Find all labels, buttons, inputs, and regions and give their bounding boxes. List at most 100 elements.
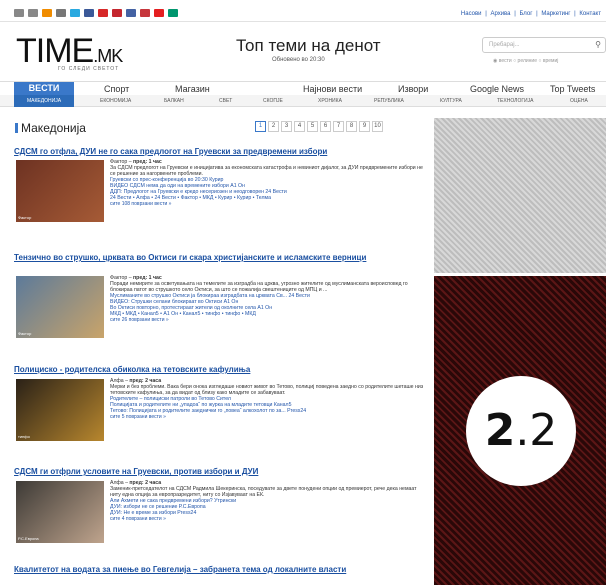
search-icon[interactable]: ⚲ — [595, 40, 601, 49]
link-blog[interactable]: Блог — [519, 11, 532, 17]
subtab-tehnologija[interactable]: ТЕХНОЛОГИЈА — [497, 98, 533, 104]
flag-al-icon[interactable] — [154, 9, 164, 17]
subtab-ocena[interactable]: ОЦЕНА — [570, 98, 588, 104]
radio-vremij[interactable]: ○ времиј — [538, 58, 558, 64]
more-related-link[interactable]: сите 5 поврзани вести » — [110, 414, 425, 420]
thumbnail-label: Р.С.Европа — [18, 536, 39, 541]
page-link[interactable]: 8 — [346, 121, 357, 132]
page-link[interactable]: 6 — [320, 121, 331, 132]
link-separator: | — [574, 11, 576, 17]
tab-top-tweets[interactable]: Top Tweets — [550, 84, 595, 94]
logo-tld: .MK — [93, 46, 123, 66]
page-link[interactable]: 5 — [307, 121, 318, 132]
article-title[interactable]: Квалитетот на водата за пиење во Гевгели… — [14, 565, 394, 574]
logo-main: TIME — [16, 32, 94, 70]
article-body: Алфа – пред: 2 часа Мерки и без проблеми… — [110, 378, 425, 420]
updated-time: Обновено во 20:30 — [272, 57, 325, 63]
subtab-balkan[interactable]: БАЛКАН — [164, 98, 184, 104]
page-link[interactable]: 9 — [359, 121, 370, 132]
article-title[interactable]: Тензично во струшко, црквата во Октиси г… — [14, 253, 424, 262]
subtab-ekonomija[interactable]: ЕКОНОМИЈА — [100, 98, 131, 104]
link-archive[interactable]: Архива — [490, 11, 510, 17]
article-snippet: Мерки и без проблеми. Вака бери онока из… — [110, 384, 424, 396]
article-title[interactable]: СДСМ го отфла, ДУИ не го сака предлогот … — [14, 147, 424, 156]
page-link[interactable]: 1 — [255, 121, 266, 132]
link-separator: | — [485, 11, 487, 17]
section-title: Македонија — [15, 121, 86, 135]
search-placeholder: Пребарај... — [489, 42, 520, 48]
more-related-link[interactable]: сите 26 поврзани вести » — [110, 317, 425, 323]
article-thumbnail[interactable]: Р.С.Европа — [16, 481, 104, 543]
page-headline: Топ теми на денот — [236, 36, 381, 55]
article-body: Алфа – пред: 2 часа Заменик-претседатело… — [110, 480, 425, 522]
link-separator: | — [514, 11, 516, 17]
radio-relinie[interactable]: ○ релиние — [513, 58, 537, 64]
article-thumbnail[interactable]: тинфо — [16, 379, 104, 441]
tab-latest-news[interactable]: Најнови вести — [303, 84, 362, 94]
section-marker — [15, 123, 18, 133]
version-major: 2 — [484, 405, 516, 456]
thumbnail-label: Фактор — [18, 215, 32, 220]
flag-us-icon[interactable] — [126, 9, 136, 17]
subtab-makedonija[interactable]: МАКЕДОНИЈА — [14, 95, 74, 107]
tab-vesti[interactable]: ВЕСТИ — [14, 82, 74, 95]
article-thumbnail[interactable]: Фактор — [16, 276, 104, 338]
link-contact[interactable]: Контакт — [579, 11, 601, 17]
article-thumbnail[interactable]: Фактор — [16, 160, 104, 222]
radio-news-label: вести — [498, 58, 512, 64]
tab-sport[interactable]: Спорт — [104, 84, 129, 94]
rss-icon[interactable] — [42, 9, 52, 17]
version-minor: .2 — [515, 405, 558, 456]
link-separator: | — [536, 11, 538, 17]
tab-magazin[interactable]: Магазин — [175, 84, 210, 94]
tab-sources[interactable]: Извори — [398, 84, 428, 94]
twitter-icon[interactable] — [70, 9, 80, 17]
primary-nav: ВЕСТИ Спорт Магазин Најнови вести Извори… — [0, 81, 606, 95]
subtab-kultura[interactable]: КУЛТУРА — [440, 98, 462, 104]
article-title[interactable]: СДСМ ги отфрли условите на Груевски, про… — [14, 467, 424, 476]
more-related-link[interactable]: сите 4 поврзани вести » — [110, 516, 425, 522]
page-link[interactable]: 4 — [294, 121, 305, 132]
top-links: Насови | Архива | Блог | Маркетинг | Кон… — [460, 11, 602, 17]
sidebar-placeholder — [434, 118, 606, 273]
article-body: Фактор – пред: 1 час За СДСМ предлогот н… — [110, 159, 425, 207]
section-title-text: Македонија — [21, 121, 86, 135]
grid-icon[interactable] — [14, 9, 24, 17]
article-snippet: Поради немирите за осветувањата на темел… — [110, 281, 408, 293]
article-body: Фактор – пред: 1 час Поради немирите за … — [110, 275, 425, 323]
share-icon[interactable] — [56, 9, 66, 17]
subtab-skopje[interactable]: СКОПЈЕ — [263, 98, 283, 104]
radio-news[interactable]: ◉ вести — [493, 58, 512, 64]
icon-strip — [14, 9, 178, 17]
link-nasovi[interactable]: Насови — [461, 11, 482, 17]
subtab-hronika[interactable]: ХРОНИКА — [318, 98, 342, 104]
tab-google-news[interactable]: Google News — [470, 84, 524, 94]
article-snippet: Заменик-претседателот на СДСМ Радмила Ше… — [110, 486, 417, 498]
radio-relinie-label: релиние — [517, 58, 537, 64]
flag-rs-icon[interactable] — [140, 9, 150, 17]
search-input[interactable]: Пребарај... ⚲ — [482, 37, 606, 53]
page-link[interactable]: 10 — [372, 121, 383, 132]
page-link[interactable]: 7 — [333, 121, 344, 132]
version-number: 2.2 — [466, 376, 576, 486]
flag-mk-icon[interactable] — [98, 9, 108, 17]
list-icon[interactable] — [28, 9, 38, 17]
more-related-link[interactable]: сите 108 поврзани вести » — [110, 201, 425, 207]
secondary-nav: МАКЕДОНИЈА ЕКОНОМИЈА БАЛКАН СВЕТ СКОПЈЕ … — [0, 95, 606, 107]
thumbnail-label: тинфо — [18, 434, 30, 439]
pagination: 1 2 3 4 5 6 7 8 9 10 — [255, 121, 383, 132]
flag-bg-icon[interactable] — [168, 9, 178, 17]
page-link[interactable]: 2 — [268, 121, 279, 132]
subtab-svet[interactable]: СВЕТ — [219, 98, 232, 104]
search-options: ◉ вести ○ релиние ○ времиј — [493, 58, 558, 64]
page-link[interactable]: 3 — [281, 121, 292, 132]
link-marketing[interactable]: Маркетинг — [541, 11, 570, 17]
logo-tagline: ГО СЛЕДИ СВЕТОТ — [58, 66, 120, 72]
radio-vremij-label: времиј — [542, 58, 559, 64]
subtab-republika[interactable]: РЕПУБЛИКА — [374, 98, 404, 104]
top-bar: Насови | Архива | Блог | Маркетинг | Кон… — [0, 0, 606, 22]
facebook-icon[interactable] — [84, 9, 94, 17]
thumbnail-label: Фактор — [18, 331, 32, 336]
article-title[interactable]: Полициско - родителска обиколка на тетов… — [14, 365, 424, 374]
flag-hr-icon[interactable] — [112, 9, 122, 17]
